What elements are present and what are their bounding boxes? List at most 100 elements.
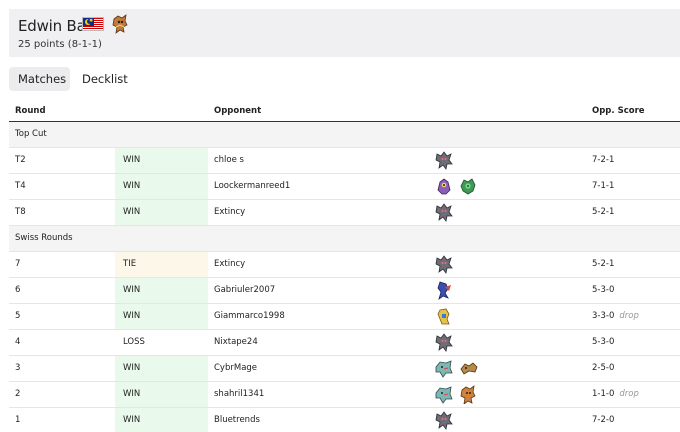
deck-sprites[interactable] [434,407,586,432]
drop-label: drop [619,389,639,399]
opp-score-cell: 3-3-0 drop [586,303,680,330]
pokemon-sprite-icon [437,308,450,325]
table-row: T2 WIN chloe s 7-2-1 [9,147,680,174]
table-row: T8 WIN Extincy 5-2-1 [9,199,680,226]
opponent-name[interactable]: Extincy [208,251,434,278]
result-cell: WIN [115,147,208,174]
result-column-header [115,101,208,122]
result-cell: WIN [115,355,208,382]
opponent-name[interactable]: Bluetrends [208,407,434,432]
deck-sprites[interactable] [434,147,586,174]
result-cell: WIN [115,199,208,226]
section-row-top-cut: Top Cut [9,121,680,148]
opponent-name[interactable]: shahril1341 [208,381,434,408]
section-row-swiss-rounds: Swiss Rounds [9,225,680,252]
tab-decklist[interactable]: Decklist [73,67,133,91]
opponent-column-header: Opponent [208,101,434,122]
opp-score-cell: 1-1-0 drop [586,381,680,408]
result-cell: WIN [115,407,208,432]
opp-score-cell: 2-5-0 [586,355,680,382]
opp-score-value: 5-3-0 [592,337,615,347]
round-cell: 6 [9,277,115,304]
opponent-name[interactable]: chloe s [208,147,434,174]
table-header-row: Round Opponent Opp. Score [9,101,680,122]
table-row: 1 WIN Bluetrends 7-2-0 [9,407,680,432]
result-cell: TIE [115,251,208,278]
deck-sprites[interactable] [434,303,586,330]
opponent-name[interactable]: CybrMage [208,355,434,382]
section-label: Top Cut [9,121,680,148]
pokemon-sprite-icon [437,281,452,300]
table-row: 7 TIE Extincy 5-2-1 [9,251,680,278]
opponent-name[interactable]: Giammarco1998 [208,303,434,330]
opp-score-cell: 5-3-0 [586,329,680,356]
matches-table: Round Opponent Opp. Score Top Cut T2 WIN… [9,101,680,432]
result-cell: WIN [115,303,208,330]
deck-sprites[interactable] [434,173,586,200]
table-row: 5 WIN Giammarco1998 3-3-0 drop [9,303,680,330]
deck-sprites[interactable] [434,355,586,382]
pokemon-sprite-icon [435,255,453,274]
opponent-name[interactable]: Extincy [208,199,434,226]
opp-score-cell: 7-1-1 [586,173,680,200]
opp-score-value: 3-3-0 [592,311,615,321]
result-cell: WIN [115,381,208,408]
pokemon-sprite-icon [437,178,451,195]
result-cell: WIN [115,173,208,200]
round-cell: T4 [9,173,115,200]
result-cell: WIN [115,277,208,304]
round-cell: 3 [9,355,115,382]
opp-score-value: 5-2-1 [592,259,615,269]
opp-score-value: 5-2-1 [592,207,615,217]
round-cell: T8 [9,199,115,226]
pokemon-sprite-icon [460,362,478,375]
pokemon-sprite-icon [435,386,453,404]
round-cell: T2 [9,147,115,174]
round-cell: 5 [9,303,115,330]
opp-score-value: 5-3-0 [592,285,615,295]
opp-score-cell: 5-3-0 [586,277,680,304]
round-cell: 2 [9,381,115,408]
opp-score-column-header: Opp. Score [586,101,680,122]
opponent-name[interactable]: Nixtape24 [208,329,434,356]
round-cell: 1 [9,407,115,432]
opp-score-value: 7-2-0 [592,415,615,425]
pokemon-sprite-icon [435,203,453,222]
table-row: 6 WIN Gabriuler2007 5-3-0 [9,277,680,304]
opp-score-cell: 7-2-1 [586,147,680,174]
opp-score-value: 7-2-1 [592,155,615,165]
pokemon-sprite-icon [435,333,453,352]
opp-score-cell: 7-2-0 [586,407,680,432]
pokemon-sprite-icon [460,178,476,195]
deck-sprites[interactable] [434,381,586,408]
opp-score-cell: 5-2-1 [586,251,680,278]
tab-matches[interactable]: Matches [9,67,70,91]
table-row: 3 WIN CybrMage 2-5-0 [9,355,680,382]
table-row: 4 LOSS Nixtape24 5-3-0 [9,329,680,356]
table-row: T4 WIN Loockermanreed1 7-1-1 [9,173,680,200]
round-cell: 7 [9,251,115,278]
table-row: 2 WIN shahril1341 1-1-0 drop [9,381,680,408]
deck-column-header [434,101,586,122]
deck-sprites[interactable] [434,329,586,356]
player-header: Edwin Bak ✸ 25 points (8-1-1) [9,9,680,57]
round-cell: 4 [9,329,115,356]
opp-score-value: 7-1-1 [592,181,615,191]
pokemon-sprite-icon [435,411,453,430]
deck-sprites[interactable] [434,277,586,304]
pokemon-sprite-icon [435,151,453,170]
opponent-name[interactable]: Loockermanreed1 [208,173,434,200]
opponent-name[interactable]: Gabriuler2007 [208,277,434,304]
pokemon-sprite-icon [110,13,130,39]
pokemon-sprite-icon [435,360,453,378]
deck-sprites[interactable] [434,251,586,278]
drop-label: drop [619,311,639,321]
deck-sprites[interactable] [434,199,586,226]
pokemon-sprite-icon [460,385,476,404]
result-cell: LOSS [115,329,208,356]
player-points: 25 points (8-1-1) [18,39,102,50]
opp-score-cell: 5-2-1 [586,199,680,226]
section-label: Swiss Rounds [9,225,680,252]
round-column-header: Round [9,101,115,122]
opp-score-value: 1-1-0 [592,389,615,399]
